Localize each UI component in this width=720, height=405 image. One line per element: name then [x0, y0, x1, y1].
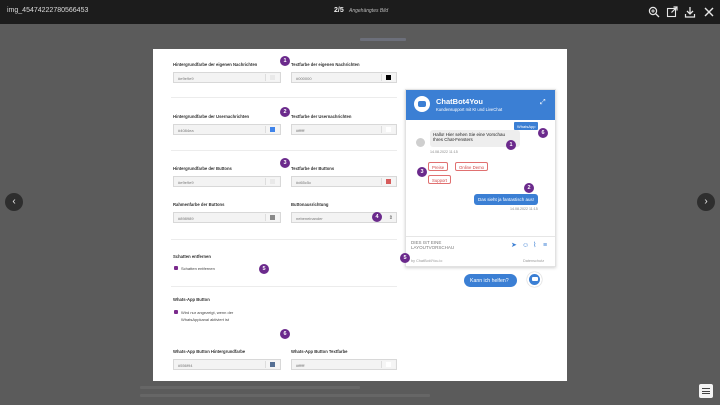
align-label: Buttonausrichtung: [291, 202, 329, 207]
backdrop-text-line: [140, 386, 360, 389]
emoji-icon[interactable]: ☺: [522, 242, 530, 250]
bg-own-label: Hintergrundfarbe der eigenen Nachrichten: [173, 62, 258, 67]
user-message: Das sieht ja fantastisch aus!: [474, 194, 539, 205]
widget-header: ChatBot4You Kundensupport mit KI und Liv…: [406, 90, 555, 120]
quick-button-online-demo[interactable]: Online Demo: [455, 162, 489, 171]
wa-bg-input[interactable]: #556f94: [173, 359, 281, 370]
viewer-topbar: img_45474222780566453 2/5 Angehängtes Bi…: [0, 0, 720, 24]
bot-avatar-icon: [416, 138, 425, 147]
step-badge: 2: [524, 183, 534, 193]
download-icon[interactable]: [684, 6, 696, 18]
expand-icon[interactable]: ⤢: [540, 99, 546, 107]
chatbot-logo-icon: [414, 96, 430, 112]
backdrop-text-line: [360, 38, 406, 41]
divider: [171, 150, 397, 151]
step-badge: 5: [400, 253, 410, 263]
bg-user-label: Hintergrundfarbe der Usernachrichten: [173, 114, 250, 119]
user-timestamp: 14.08.2022 11:15: [510, 207, 538, 211]
bg-btn-input[interactable]: #e9e9e9: [173, 176, 281, 187]
color-swatch[interactable]: [386, 127, 391, 132]
chevron-right-icon: ›: [704, 196, 708, 207]
next-image-button[interactable]: ›: [697, 193, 715, 211]
input-toolbar: ➤ ☺ ⌇ ≡: [511, 242, 553, 251]
color-swatch[interactable]: [270, 127, 275, 132]
chat-launcher-icon[interactable]: [527, 272, 542, 287]
step-badge: 2: [280, 107, 290, 117]
privacy-link[interactable]: Datenschutz: [523, 259, 544, 263]
menu-icon: [702, 388, 710, 389]
step-badge: 3: [280, 158, 290, 168]
menu-button[interactable]: [699, 384, 713, 398]
wa-checkbox-label-2: WhatsAppkanal aktiviert ist: [181, 317, 230, 322]
send-icon[interactable]: ➤: [511, 242, 519, 250]
border-btn-label: Rahmenfarbe der Buttons: [173, 202, 225, 207]
step-badge: 6: [280, 329, 290, 339]
image-counter: 2/5: [334, 7, 344, 14]
whatsapp-button[interactable]: WhatsApp: [514, 122, 539, 130]
message-input[interactable]: DIES IST EINE LAYOUTVORSCHAU: [411, 240, 454, 250]
backdrop-text-line: [140, 394, 430, 397]
color-swatch[interactable]: [270, 362, 275, 367]
step-badge: 6: [538, 128, 548, 138]
wa-bg-label: Whats-App Button Hintergrundfarbe: [173, 349, 246, 354]
chevron-left-icon: ‹: [12, 196, 16, 207]
border-btn-input[interactable]: #898989: [173, 212, 281, 223]
bot-timestamp: 14.08.2022 11:15: [430, 150, 458, 154]
color-swatch[interactable]: [386, 75, 391, 80]
color-swatch[interactable]: [270, 75, 275, 80]
step-badge: 3: [417, 167, 427, 177]
wa-checkbox-label-1: Wird nur angezeigt, wenn der: [181, 310, 234, 315]
shadow-checkbox[interactable]: [174, 266, 178, 270]
divider: [171, 286, 397, 287]
quick-button-preise[interactable]: Preise: [428, 162, 449, 171]
image-counter-subtitle: Angehängtes Bild: [349, 8, 389, 14]
step-badge: 4: [372, 212, 382, 222]
wa-checkbox[interactable]: [174, 310, 178, 314]
previous-image-button[interactable]: ‹: [5, 193, 23, 211]
wa-text-label: Whats-App Button Textfarbe: [291, 349, 348, 354]
widget-title: ChatBot4You: [436, 97, 483, 106]
attachment-icon[interactable]: ⌇: [533, 242, 541, 250]
bg-own-input[interactable]: #e9e9e9: [173, 72, 281, 83]
text-btn-input[interactable]: #d65c5c: [291, 176, 397, 187]
shadow-checkbox-label: Schatten entfernen: [181, 266, 215, 271]
color-swatch[interactable]: [270, 215, 275, 220]
color-swatch[interactable]: [386, 362, 391, 367]
text-btn-label: Textfarbe der Buttons: [291, 166, 335, 171]
select-arrows-icon: ⇕: [388, 215, 393, 221]
step-badge: 1: [280, 56, 290, 66]
wa-heading: Whats-App Button: [173, 297, 210, 302]
bg-btn-label: Hintergrundfarbe der Buttons: [173, 166, 232, 171]
color-swatch[interactable]: [386, 179, 391, 184]
color-swatch[interactable]: [270, 179, 275, 184]
help-prompt[interactable]: Kann ich helfen?: [464, 274, 517, 287]
shadow-heading: Schatten entfernen: [173, 254, 211, 259]
step-badge: 5: [259, 264, 269, 274]
attached-image: Hintergrundfarbe der eigenen Nachrichten…: [153, 49, 567, 381]
step-badge: 1: [506, 140, 516, 150]
close-icon[interactable]: [703, 6, 715, 18]
bg-user-input[interactable]: #4084ea: [173, 124, 281, 135]
text-own-input[interactable]: #000000: [291, 72, 397, 83]
powered-by-link[interactable]: by ChatBot4You.io: [411, 259, 442, 263]
quick-button-support[interactable]: Support: [428, 175, 452, 184]
divider: [171, 97, 397, 98]
external-link-icon[interactable]: [666, 6, 678, 18]
chat-widget-preview: ChatBot4You Kundensupport mit KI und Liv…: [400, 89, 556, 267]
text-user-input[interactable]: #ffffff: [291, 124, 397, 135]
text-own-label: Textfarbe der eigenen Nachrichten: [291, 62, 360, 67]
widget-divider: [406, 236, 555, 237]
zoom-in-icon[interactable]: [648, 6, 660, 18]
divider: [171, 239, 397, 240]
text-user-label: Textfarbe der Usernachrichten: [291, 114, 352, 119]
wa-text-input[interactable]: #ffffff: [291, 359, 397, 370]
menu-icon[interactable]: ≡: [543, 242, 551, 250]
widget-subtitle: Kundensupport mit KI und LiveChat: [436, 107, 503, 112]
image-filename: img_45474222780566453: [7, 7, 89, 14]
